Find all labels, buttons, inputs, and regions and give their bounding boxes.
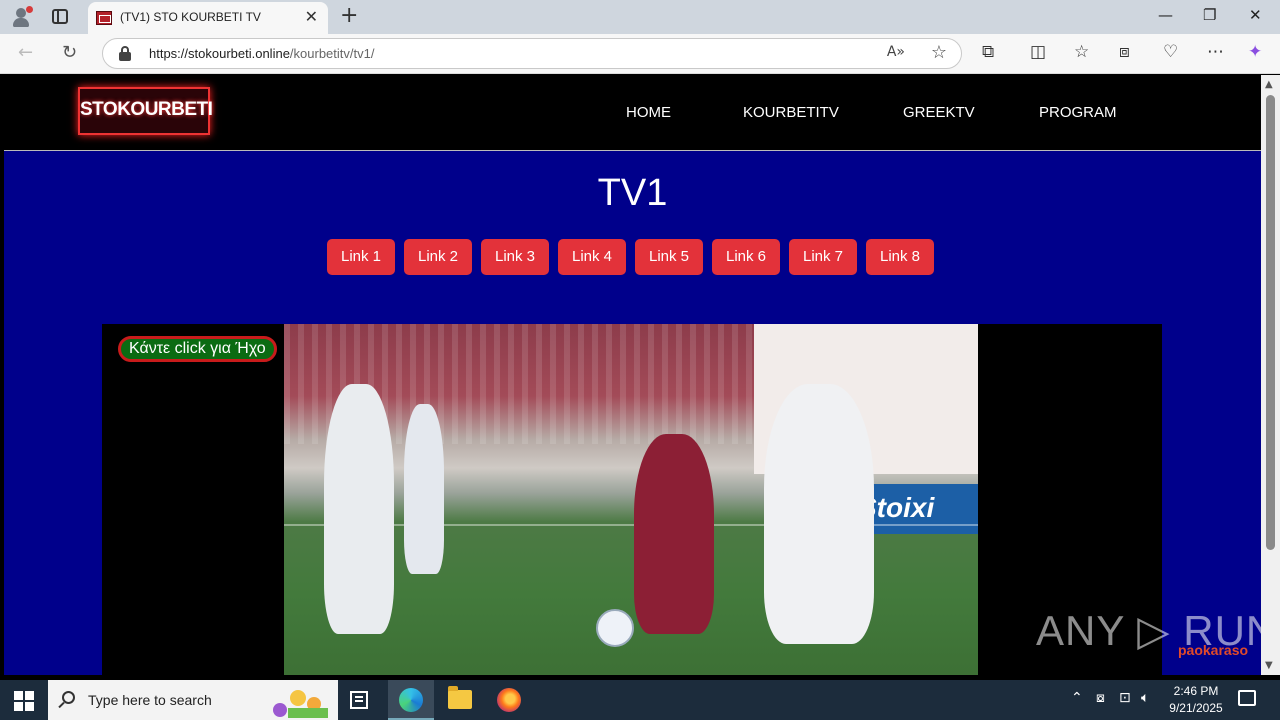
profile-icon[interactable] — [10, 6, 33, 28]
read-aloud-icon[interactable]: A» — [887, 44, 905, 60]
link-5-button[interactable]: Link 5 — [635, 239, 703, 275]
link-3-button[interactable]: Link 3 — [481, 239, 549, 275]
split-screen-icon[interactable]: ◫ — [1030, 42, 1046, 62]
tab-actions-icon[interactable] — [52, 9, 68, 24]
football — [596, 609, 634, 647]
windows-taskbar: Type here to search ⌃ ⧇ ⊡ 🔈︎ 2:46 PM 9/2… — [0, 680, 1280, 720]
scroll-up-icon[interactable]: ▲ — [1265, 79, 1273, 90]
page-scrollbar[interactable]: ▲ ▼ — [1261, 75, 1280, 675]
taskbar-search-text: Type here to search — [88, 692, 212, 708]
windows-start-icon[interactable] — [14, 691, 34, 711]
minimize-icon[interactable]: — — [1158, 6, 1173, 24]
clock-date: 9/21/2025 — [1169, 701, 1223, 715]
edge-browser-icon[interactable] — [399, 688, 423, 712]
address-bar[interactable]: https://stokourbeti.online/kourbetitv/tv… — [102, 38, 962, 69]
link-2-button[interactable]: Link 2 — [404, 239, 472, 275]
clock-time: 2:46 PM — [1173, 684, 1219, 698]
collections-icon[interactable]: ⧈ — [1119, 42, 1130, 62]
menu-item-home[interactable]: HOME — [626, 104, 671, 121]
footballer-figure — [324, 384, 394, 634]
footballer-figure — [764, 384, 874, 644]
file-explorer-icon[interactable] — [448, 686, 472, 709]
notification-icon[interactable] — [1238, 690, 1256, 706]
browser-tab[interactable]: (TV1) STO KOURBETI TV ✕ — [88, 2, 328, 34]
tab-close-icon[interactable]: ✕ — [305, 7, 318, 26]
menu-item-program[interactable]: PROGRAM — [1039, 104, 1117, 121]
favorites-icon[interactable]: ☆ — [1074, 42, 1089, 62]
enable-sound-button[interactable]: Κάντε click για Ήχο — [118, 336, 277, 362]
tray-chevron-icon[interactable]: ⌃ — [1071, 690, 1083, 706]
refresh-icon[interactable]: ↻ — [62, 42, 77, 63]
browser-tab-bar: (TV1) STO KOURBETI TV ✕ + — ❐ ✕ — [0, 0, 1280, 34]
link-4-button[interactable]: Link 4 — [558, 239, 626, 275]
copilot-icon[interactable]: ✦ — [1248, 42, 1262, 62]
restore-icon[interactable]: ❐ — [1203, 6, 1216, 24]
address-toolbar: ← ↻ https://stokourbeti.online/kourbetit… — [0, 34, 1280, 74]
overlay-text: paokaraso — [1178, 642, 1249, 658]
footballer-figure — [634, 434, 714, 634]
flowers-icon — [273, 690, 328, 718]
site-header: STOKOURBETI HOME KOURBETITV GREEKTV PROG… — [4, 75, 1261, 151]
link-8-button[interactable]: Link 8 — [866, 239, 934, 275]
scroll-down-icon[interactable]: ▼ — [1265, 660, 1273, 671]
tray-device-icon[interactable]: ⧇ — [1096, 690, 1105, 706]
new-tab-icon[interactable]: + — [340, 3, 358, 28]
lock-icon[interactable] — [119, 46, 131, 61]
link-7-button[interactable]: Link 7 — [789, 239, 857, 275]
taskbar-search[interactable]: Type here to search — [48, 680, 338, 720]
window-close-icon[interactable]: ✕ — [1249, 6, 1262, 24]
video-frame[interactable]: Stoixi — [284, 324, 978, 675]
web-page: STOKOURBETI HOME KOURBETITV GREEKTV PROG… — [4, 75, 1261, 675]
scrollbar-thumb[interactable] — [1266, 95, 1275, 550]
favicon-icon — [96, 11, 112, 25]
firefox-icon[interactable] — [497, 688, 521, 712]
footballer-figure — [404, 404, 444, 574]
extensions-icon[interactable]: ⧉ — [982, 42, 994, 62]
menu-item-greektv[interactable]: GREEKTV — [903, 104, 975, 121]
more-menu-icon[interactable]: ⋯ — [1207, 42, 1224, 62]
site-logo[interactable]: STOKOURBETI — [78, 87, 213, 135]
url-text[interactable]: https://stokourbeti.online/kourbetitv/tv… — [149, 46, 374, 61]
page-title: TV1 — [597, 172, 668, 214]
link-1-button[interactable]: Link 1 — [327, 239, 395, 275]
network-icon[interactable]: ⊡ — [1119, 690, 1131, 706]
system-clock[interactable]: 2:46 PM 9/21/2025 — [1166, 683, 1226, 717]
volume-icon[interactable]: 🔈︎ — [1141, 690, 1149, 706]
video-player[interactable]: Stoixi Κάντε click για Ήχο — [102, 324, 1162, 675]
favorite-star-icon[interactable]: ☆ — [931, 42, 947, 63]
task-view-icon[interactable] — [350, 691, 368, 709]
back-icon[interactable]: ← — [18, 42, 33, 63]
menu-item-kourbetitv[interactable]: KOURBETITV — [743, 104, 839, 121]
search-icon — [62, 691, 75, 704]
link-6-button[interactable]: Link 6 — [712, 239, 780, 275]
tab-title: (TV1) STO KOURBETI TV — [120, 10, 261, 24]
browser-essentials-icon[interactable]: ♡ — [1163, 42, 1178, 62]
